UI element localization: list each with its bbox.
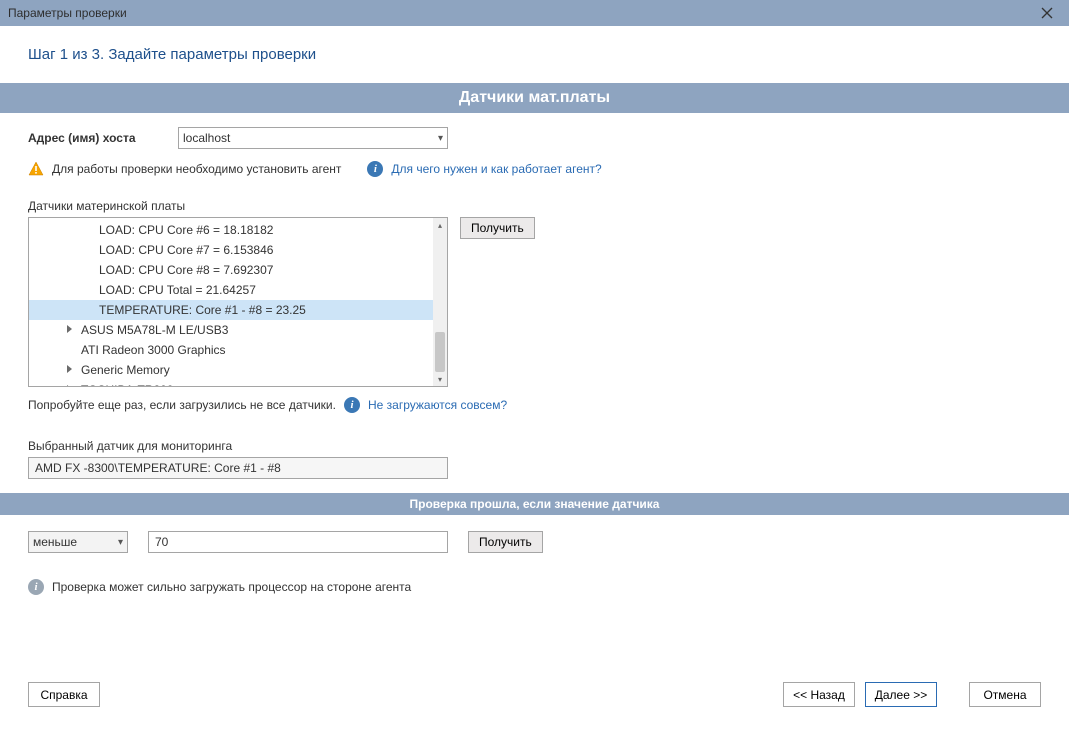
selected-sensor-value: AMD FX -8300\TEMPERATURE: Core #1 - #8 xyxy=(28,457,448,479)
cancel-button[interactable]: Отмена xyxy=(969,682,1041,707)
retry-hint: Попробуйте еще раз, если загрузились не … xyxy=(28,398,336,412)
chevron-down-icon: ▾ xyxy=(438,133,443,144)
retry-link[interactable]: Не загружаются совсем? xyxy=(368,398,507,412)
next-button[interactable]: Далее >> xyxy=(865,682,937,707)
window-title: Параметры проверки xyxy=(8,6,127,20)
warning-icon xyxy=(28,161,44,177)
footer: Справка << Назад Далее >> Отмена xyxy=(0,666,1069,731)
section-sensors-title: Датчики мат.платы xyxy=(0,83,1069,113)
back-button[interactable]: << Назад xyxy=(783,682,855,707)
operator-combo[interactable]: меньше ▾ xyxy=(28,531,128,553)
cpu-load-hint: Проверка может сильно загружать процессо… xyxy=(52,580,411,594)
agent-required-text: Для работы проверки необходимо установит… xyxy=(52,162,341,176)
tree-item-ati[interactable]: ATI Radeon 3000 Graphics xyxy=(29,340,433,360)
host-label: Адрес (имя) хоста xyxy=(28,131,168,145)
get-value-button[interactable]: Получить xyxy=(468,531,543,553)
host-combo[interactable]: localhost ▾ xyxy=(178,127,448,149)
info-icon: i xyxy=(367,161,383,177)
info-icon: i xyxy=(344,397,360,413)
scrollbar-track[interactable] xyxy=(433,232,447,372)
sensor-tree[interactable]: LOAD: CPU Core #6 = 18.18182 LOAD: CPU C… xyxy=(28,217,448,387)
tree-item-loadtotal[interactable]: LOAD: CPU Total = 21.64257 xyxy=(29,280,433,300)
tree-item-asus[interactable]: ASUS M5A78L-M LE/USB3 xyxy=(29,320,433,340)
host-value: localhost xyxy=(183,131,230,145)
titlebar: Параметры проверки xyxy=(0,0,1069,26)
get-sensors-button[interactable]: Получить xyxy=(460,217,535,239)
scrollbar[interactable]: ▴ ▾ xyxy=(433,218,447,386)
close-button[interactable] xyxy=(1025,0,1069,26)
scroll-down-icon[interactable]: ▾ xyxy=(433,372,447,386)
tree-item-temperature[interactable]: TEMPERATURE: Core #1 - #8 = 23.25 xyxy=(29,300,433,320)
chevron-down-icon: ▾ xyxy=(118,537,123,548)
selected-sensor-label: Выбранный датчик для мониторинга xyxy=(28,439,1041,453)
scroll-up-icon[interactable]: ▴ xyxy=(433,218,447,232)
tree-item-toshiba[interactable]: TOSHIBA-TR200 xyxy=(29,380,433,386)
close-icon xyxy=(1041,7,1053,19)
operator-value: меньше xyxy=(33,535,77,549)
help-button[interactable]: Справка xyxy=(28,682,100,707)
wizard-step-text: Шаг 1 из 3. Задайте параметры проверки xyxy=(0,26,1069,83)
threshold-input[interactable]: 70 xyxy=(148,531,448,553)
tree-item-load7[interactable]: LOAD: CPU Core #7 = 6.153846 xyxy=(29,240,433,260)
section-condition-title: Проверка прошла, если значение датчика xyxy=(0,493,1069,515)
tree-item-generic[interactable]: Generic Memory xyxy=(29,360,433,380)
tree-item-load8[interactable]: LOAD: CPU Core #8 = 7.692307 xyxy=(29,260,433,280)
scrollbar-thumb[interactable] xyxy=(435,332,445,372)
agent-info-link[interactable]: Для чего нужен и как работает агент? xyxy=(391,162,601,176)
tree-item-load6[interactable]: LOAD: CPU Core #6 = 18.18182 xyxy=(29,220,433,240)
info-icon: i xyxy=(28,579,44,595)
sensors-label: Датчики материнской платы xyxy=(28,199,1041,213)
